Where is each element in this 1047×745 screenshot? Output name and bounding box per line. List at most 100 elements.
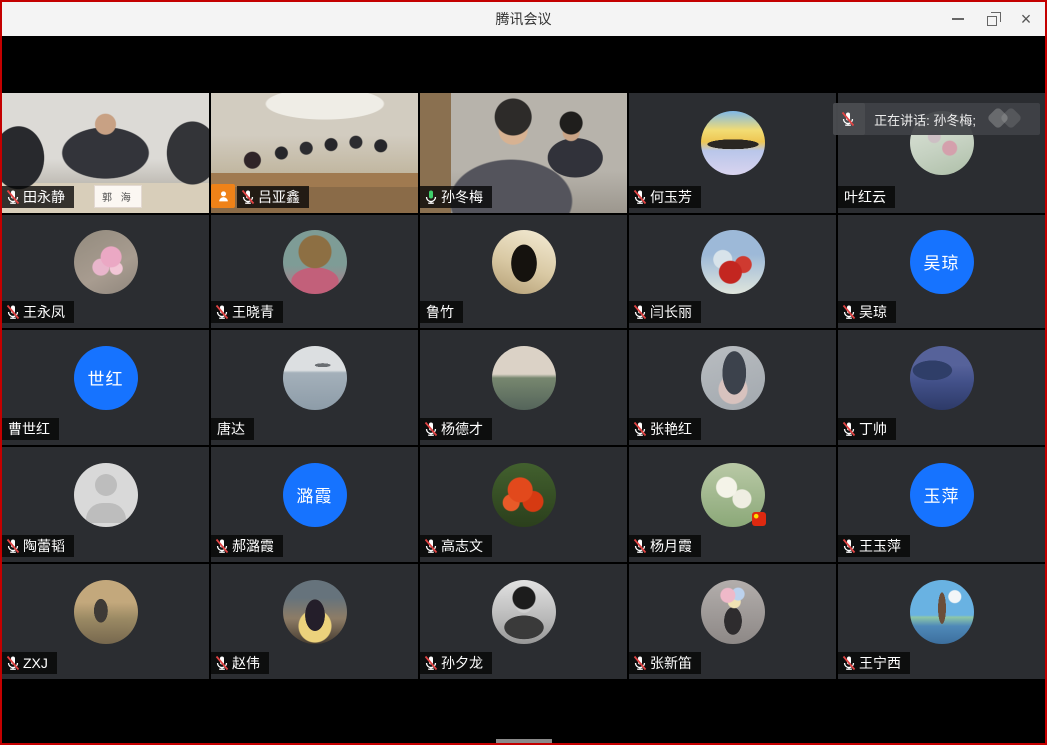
participant-name-label: 孙冬梅 xyxy=(420,186,492,208)
name-label-row: 赵伟 xyxy=(211,652,269,674)
participant-name: 赵伟 xyxy=(232,653,260,673)
name-label-row: 孙夕龙 xyxy=(420,652,492,674)
participant-name-label: 鲁竹 xyxy=(420,301,463,323)
participant-name: 陶蕾韬 xyxy=(23,536,65,556)
participant-name: 王宁西 xyxy=(859,653,901,673)
avatar-image xyxy=(701,346,765,410)
mic-muted-icon xyxy=(632,304,648,320)
participant-tile[interactable]: 唐达 xyxy=(211,330,418,445)
participant-tile[interactable]: 玉萍 王玉萍 xyxy=(838,447,1045,562)
avatar-image xyxy=(701,580,765,644)
participant-name: 孙冬梅 xyxy=(441,187,483,207)
participant-tile[interactable]: 张艳红 xyxy=(629,330,836,445)
minimize-icon xyxy=(952,18,964,20)
name-label-row: 张艳红 xyxy=(629,418,701,440)
participant-name: 高志文 xyxy=(441,536,483,556)
participant-tile[interactable]: 王晓青 xyxy=(211,215,418,328)
participant-tile[interactable]: 高志文 xyxy=(420,447,627,562)
avatar xyxy=(283,230,347,294)
restore-button[interactable] xyxy=(975,2,1009,36)
participant-name: 田永静 xyxy=(23,187,65,207)
window-title: 腾讯会议 xyxy=(496,9,552,29)
name-label-row: 曹世红 xyxy=(2,418,59,440)
mic-muted-icon xyxy=(240,189,256,205)
participant-tile[interactable]: 吕亚鑫 xyxy=(211,93,418,213)
participant-name-label: 赵伟 xyxy=(211,652,269,674)
mic-muted-icon xyxy=(423,655,439,671)
avatar-image xyxy=(492,580,556,644)
screen-share-icon xyxy=(211,184,235,208)
avatar: 潞霞 xyxy=(283,463,347,527)
avatar-image xyxy=(74,230,138,294)
avatar-image: 玉萍 xyxy=(910,463,974,527)
avatar xyxy=(910,346,974,410)
mic-muted-icon xyxy=(632,655,648,671)
participant-name-label: 唐达 xyxy=(211,418,254,440)
participant-name-label: 王玉萍 xyxy=(838,535,910,557)
participant-tile[interactable]: 王宁西 xyxy=(838,564,1045,679)
participant-tile[interactable]: 潞霞 郝潞霞 xyxy=(211,447,418,562)
participant-tile[interactable]: 孙冬梅 xyxy=(420,93,627,213)
participant-tile[interactable]: 张新笛 xyxy=(629,564,836,679)
participant-name-label: 郝潞霞 xyxy=(211,535,283,557)
avatar-image: 吴琼 xyxy=(910,230,974,294)
participant-name: 闫长丽 xyxy=(650,302,692,322)
participant-name-label: 张新笛 xyxy=(629,652,701,674)
participant-tile[interactable]: 世红 曹世红 xyxy=(2,330,209,445)
participant-tile[interactable]: 陶蕾韬 xyxy=(2,447,209,562)
avatar xyxy=(701,230,765,294)
close-button[interactable]: × xyxy=(1009,2,1043,36)
participant-tile[interactable]: 杨德才 xyxy=(420,330,627,445)
name-label-row: 吕亚鑫 xyxy=(211,184,309,208)
name-label-row: 郝潞霞 xyxy=(211,535,283,557)
name-label-row: 鲁竹 xyxy=(420,301,463,323)
participant-tile[interactable]: 何玉芳 xyxy=(629,93,836,213)
participant-name: 杨月霞 xyxy=(650,536,692,556)
flag-badge-icon xyxy=(752,512,766,526)
app-watermark-icon xyxy=(984,106,1032,132)
participant-tile[interactable]: 郭 海 田永静 xyxy=(2,93,209,213)
video-grid: 郭 海 田永静 xyxy=(2,93,1045,679)
window-controls: × xyxy=(941,2,1043,36)
participant-tile[interactable]: ZXJ xyxy=(2,564,209,679)
avatar xyxy=(74,580,138,644)
restore-icon xyxy=(987,16,997,26)
participant-name: 何玉芳 xyxy=(650,187,692,207)
participant-tile[interactable]: 吴琼 吴琼 xyxy=(838,215,1045,328)
participant-name-label: 吕亚鑫 xyxy=(237,186,309,208)
mic-muted-icon xyxy=(5,189,21,205)
taskbar-peek-bar xyxy=(496,739,552,743)
participant-tile[interactable]: 赵伟 xyxy=(211,564,418,679)
participant-name-label: 王晓青 xyxy=(211,301,283,323)
avatar-image xyxy=(701,230,765,294)
participant-tile[interactable]: 孙夕龙 xyxy=(420,564,627,679)
avatar xyxy=(701,580,765,644)
participant-tile[interactable]: 闫长丽 xyxy=(629,215,836,328)
participant-name: 曹世红 xyxy=(8,419,50,439)
participant-name: 杨德才 xyxy=(441,419,483,439)
mic-muted-icon xyxy=(841,655,857,671)
window-titlebar: 腾讯会议 × xyxy=(2,2,1045,36)
participant-name: 张新笛 xyxy=(650,653,692,673)
avatar-image xyxy=(492,346,556,410)
avatar xyxy=(283,580,347,644)
participant-tile[interactable]: 丁帅 xyxy=(838,330,1045,445)
participant-name: 丁帅 xyxy=(859,419,887,439)
desk-name-plate: 郭 海 xyxy=(94,185,142,208)
avatar-image xyxy=(492,230,556,294)
avatar-image xyxy=(910,580,974,644)
participant-name-label: 杨德才 xyxy=(420,418,492,440)
participant-name-label: 王宁西 xyxy=(838,652,910,674)
participant-tile[interactable]: 杨月霞 xyxy=(629,447,836,562)
participant-tile[interactable]: 王永凤 xyxy=(2,215,209,328)
name-label-row: 张新笛 xyxy=(629,652,701,674)
minimize-button[interactable] xyxy=(941,2,975,36)
participant-tile[interactable]: 鲁竹 xyxy=(420,215,627,328)
participant-name-label: 杨月霞 xyxy=(629,535,701,557)
name-label-row: 孙冬梅 xyxy=(420,186,492,208)
name-label-row: 杨德才 xyxy=(420,418,492,440)
name-label-row: 王晓青 xyxy=(211,301,283,323)
mic-muted-icon xyxy=(5,304,21,320)
name-label-row: 高志文 xyxy=(420,535,492,557)
name-label-row: 叶红云 xyxy=(838,186,895,208)
